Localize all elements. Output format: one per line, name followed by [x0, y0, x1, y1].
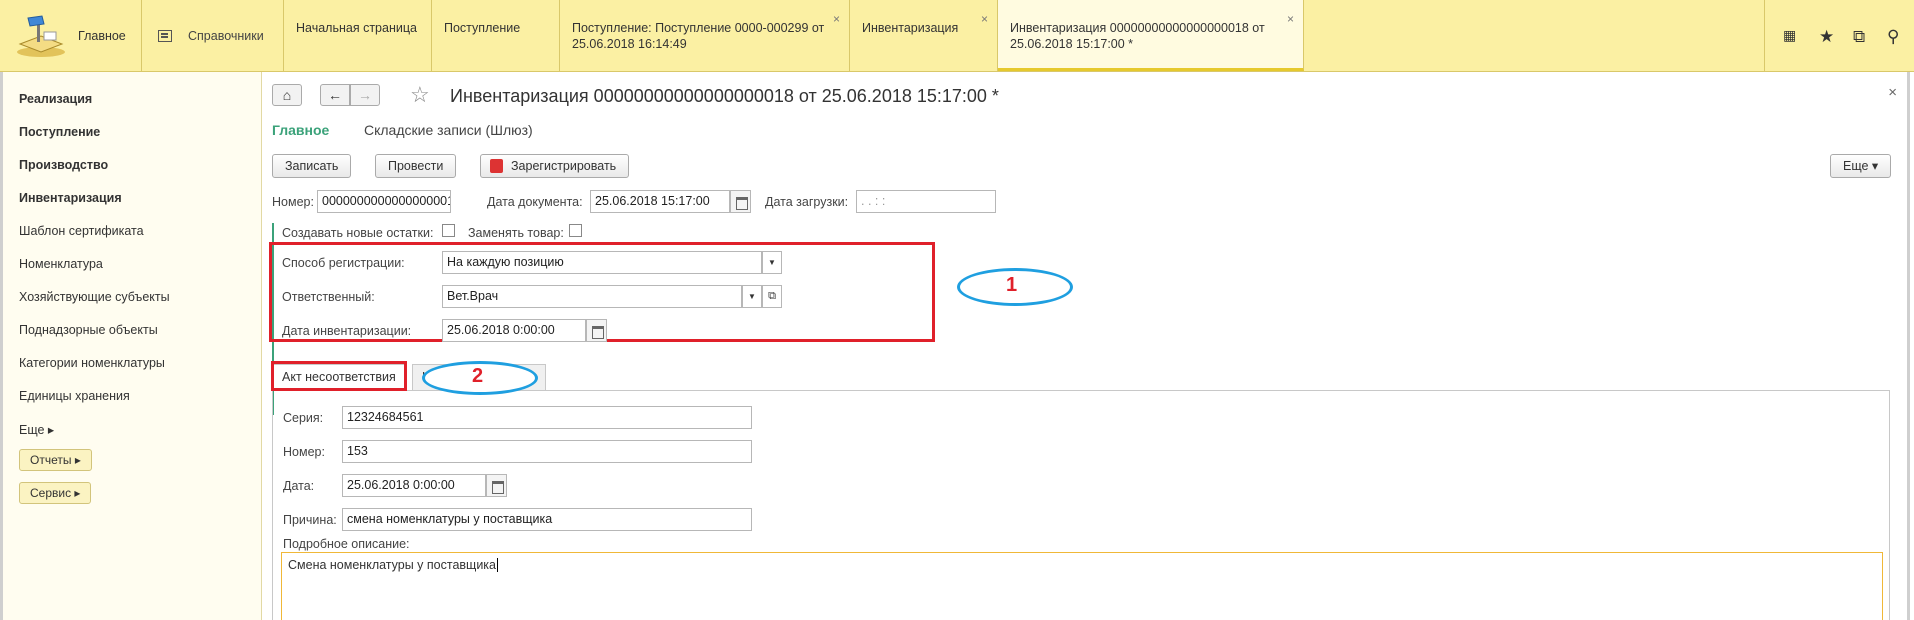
history-icon[interactable]: ⧉ [1853, 27, 1865, 47]
tab-label: Поступление: Поступление 0000-000299 от … [572, 21, 825, 51]
sidebar-item-sales[interactable]: Реализация [19, 92, 92, 106]
responsible-field[interactable]: Вет.Врач [442, 285, 742, 308]
search-icon[interactable]: ⚲ [1887, 27, 1899, 47]
favorite-star-icon[interactable]: ☆ [410, 82, 430, 108]
description-text: Смена номенклатуры у поставщика [288, 558, 497, 572]
sidebar: Реализация Поступление Производство Инве… [0, 72, 262, 620]
home-button[interactable]: ⌂ [272, 84, 302, 106]
annotation-number-1: 1 [1006, 274, 1018, 296]
reg-method-label: Способ регистрации: [282, 256, 405, 270]
replace-goods-checkbox[interactable] [569, 224, 582, 237]
top-bar: Главное Справочники Начальная страница П… [0, 0, 1914, 72]
calendar-icon[interactable] [486, 474, 507, 497]
open-link-icon[interactable]: ⧉ [762, 285, 782, 308]
app-logo-icon [17, 15, 65, 57]
calendar-icon[interactable] [586, 319, 607, 342]
highlight-box-2 [271, 361, 407, 391]
section-references[interactable]: Справочники [142, 0, 284, 71]
sidebar-item-nomenclature[interactable]: Номенклатура [19, 257, 103, 271]
forward-button[interactable]: → [350, 84, 380, 106]
sidebar-item-receipts[interactable]: Поступление [19, 125, 100, 139]
load-date-label: Дата загрузки: [765, 195, 849, 209]
number-label: Номер: [272, 195, 314, 209]
section-main[interactable]: Главное [0, 0, 142, 71]
act-number-field[interactable]: 153 [342, 440, 752, 463]
apps-grid-icon[interactable]: ▦ [1783, 27, 1796, 44]
subnav-gateway[interactable]: Складские записи (Шлюз) [364, 122, 533, 138]
register-button[interactable]: Зарегистрировать [480, 154, 630, 178]
sidebar-item-certificate-template[interactable]: Шаблон сертификата [19, 224, 144, 238]
chevron-down-icon[interactable]: ▼ [762, 251, 782, 274]
doc-date-label: Дата документа: [487, 195, 583, 209]
number-field[interactable]: 00000000000000000018 [317, 190, 451, 213]
tab-label: Инвентаризация [862, 21, 959, 35]
sidebar-item-production[interactable]: Производство [19, 158, 108, 172]
register-icon [490, 159, 503, 173]
tab-inventory-document[interactable]: Инвентаризация 00000000000000000018 от 2… [998, 0, 1304, 71]
responsible-label: Ответственный: [282, 290, 375, 304]
tab-inventory[interactable]: Инвентаризация × [850, 0, 998, 71]
description-label: Подробное описание: [283, 537, 410, 551]
series-label: Серия: [283, 411, 324, 425]
references-label: Справочники [188, 29, 264, 43]
sidebar-item-supervised-objects[interactable]: Поднадзорные объекты [19, 323, 158, 337]
sidebar-item-categories[interactable]: Категории номенклатуры [19, 356, 165, 370]
reason-label: Причина: [283, 513, 337, 527]
series-field[interactable]: 12324684561 [342, 406, 752, 429]
tab-receipt-document[interactable]: Поступление: Поступление 0000-000299 от … [560, 0, 850, 71]
reg-method-select[interactable]: На каждую позицию [442, 251, 762, 274]
replace-goods-label: Заменять товар: [468, 226, 564, 240]
description-textarea[interactable]: Смена номенклатуры у поставщика [281, 552, 1883, 620]
close-icon[interactable]: × [1287, 11, 1294, 27]
favorites-star-icon[interactable]: ★ [1819, 27, 1834, 47]
doc-date-field[interactable]: 25.06.2018 15:17:00 [590, 190, 730, 213]
service-button[interactable]: Сервис ▸ [19, 482, 92, 504]
more-button[interactable]: Еще ▾ [1830, 154, 1892, 178]
act-date-label: Дата: [283, 479, 315, 493]
tab-label: Начальная страница [296, 21, 417, 35]
create-remainders-label: Создавать новые остатки: [282, 226, 434, 240]
page-title: Инвентаризация 00000000000000000018 от 2… [450, 86, 999, 106]
post-button[interactable]: Провести [375, 154, 457, 178]
close-form-icon[interactable]: × [1888, 84, 1897, 101]
reports-button[interactable]: Отчеты ▸ [19, 449, 92, 471]
tab-home-page[interactable]: Начальная страница [284, 0, 432, 71]
load-date-field[interactable]: . . : : [856, 190, 996, 213]
save-button[interactable]: Записать [272, 154, 352, 178]
tab-receipts[interactable]: Поступление [432, 0, 560, 71]
subnav-main[interactable]: Главное [272, 122, 329, 138]
sidebar-item-storage-units[interactable]: Единицы хранения [19, 389, 130, 403]
sidebar-item-entities[interactable]: Хозяйствующие субъекты [19, 290, 170, 304]
toolbar-icons: ▦ ★ ⧉ ⚲ [1764, 0, 1914, 71]
sidebar-item-more[interactable]: Еще ▸ [19, 422, 54, 437]
register-label: Зарегистрировать [511, 159, 617, 173]
act-date-field[interactable]: 25.06.2018 0:00:00 [342, 474, 486, 497]
main-section-label: Главное [78, 29, 126, 43]
chevron-down-icon[interactable]: ▼ [742, 285, 762, 308]
list-icon [158, 30, 172, 42]
tab-label: Инвентаризация 00000000000000000018 от 2… [1010, 21, 1265, 51]
act-number-label: Номер: [283, 445, 325, 459]
inventory-date-field[interactable]: 25.06.2018 0:00:00 [442, 319, 586, 342]
sidebar-item-inventory[interactable]: Инвентаризация [19, 191, 122, 205]
tab-label: Поступление [444, 21, 521, 35]
text-cursor [497, 558, 499, 572]
annotation-number-2: 2 [472, 365, 484, 387]
back-button[interactable]: ← [320, 84, 350, 106]
create-remainders-checkbox[interactable] [442, 224, 455, 237]
reason-field[interactable]: смена номенклатуры у поставщика [342, 508, 752, 531]
inventory-date-label: Дата инвентаризации: [282, 324, 412, 338]
close-icon[interactable]: × [981, 11, 988, 27]
close-icon[interactable]: × [833, 11, 840, 27]
document-form: ⌂ ← → ☆ Инвентаризация 00000000000000000… [262, 72, 1910, 620]
calendar-icon[interactable] [730, 190, 751, 213]
